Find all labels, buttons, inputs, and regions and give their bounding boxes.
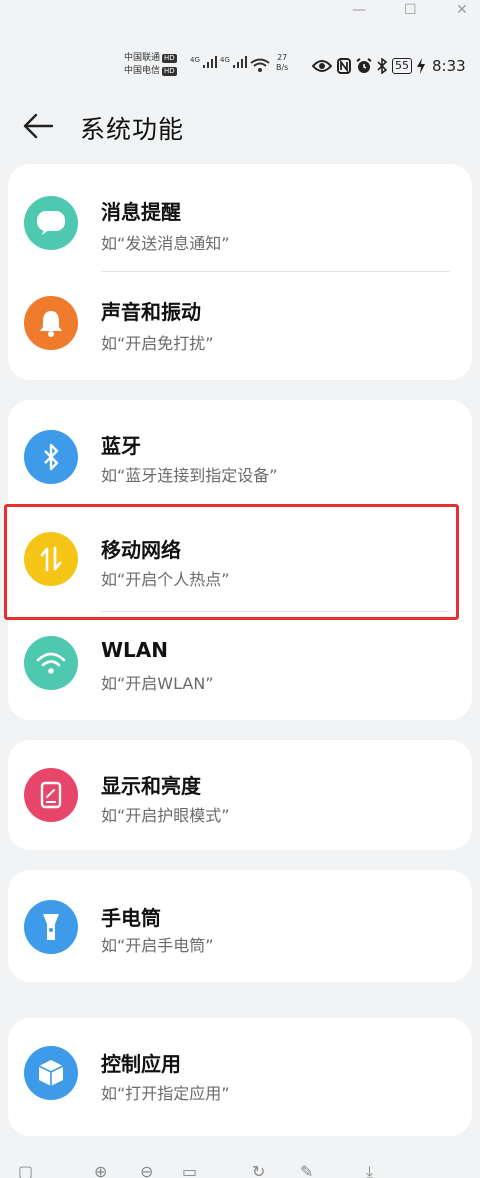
charging-icon (417, 58, 425, 74)
edit-icon[interactable]: ✎ (300, 1162, 313, 1178)
card-display: 显示和亮度 如“开启护眼模式” (8, 740, 472, 850)
carrier-2: 中国电信 (124, 66, 161, 76)
item-subtitle: 如“开启WLAN” (101, 674, 214, 693)
list-item-display[interactable]: 显示和亮度 如“开启护眼模式” (8, 740, 472, 850)
alarm-icon (356, 58, 372, 73)
list-item-flashlight[interactable]: 手电筒 如“开启手电筒” (8, 870, 472, 982)
signal-bars-icon (202, 56, 217, 68)
arrow-left-icon (23, 113, 54, 139)
bluetooth-icon (24, 430, 78, 484)
nfc-icon (337, 58, 351, 74)
minimize-icon[interactable]: — (352, 2, 366, 18)
restore-icon[interactable]: ☐ (404, 2, 417, 18)
zoom-out-icon[interactable]: ⊖ (140, 1162, 153, 1178)
back-button[interactable] (22, 112, 56, 140)
hd-badge-2: HD (162, 67, 177, 76)
card-connectivity: 蓝牙 如“蓝牙连接到指定设备” 移动网络 如“开启个人热点” WLAN 如“开启… (8, 400, 472, 720)
speed-unit: B/s (276, 63, 289, 72)
bottom-toolbar: ▢ ⊕ ⊖ ▭ ↻ ✎ ⤓ (0, 1160, 480, 1178)
item-subtitle: 如“开启护眼模式” (101, 806, 230, 825)
network-type-2: 4G (220, 56, 230, 64)
download-icon[interactable]: ⤓ (366, 1162, 373, 1178)
item-subtitle: 如“发送消息通知” (101, 234, 230, 253)
battery-icon: 55 (392, 58, 412, 74)
list-item-sound[interactable]: 声音和振动 如“开启免打扰” (8, 272, 472, 376)
bell-icon (24, 296, 78, 350)
list-item-mobile-network[interactable]: 移动网络 如“开启个人热点” (8, 508, 472, 612)
network-type-1: 4G (190, 56, 200, 64)
message-bubble-icon (24, 196, 78, 250)
item-subtitle: 如“开启手电筒” (101, 936, 214, 955)
list-item-control-apps[interactable]: 控制应用 如“打开指定应用” (8, 1018, 472, 1136)
item-title: 移动网络 (101, 538, 181, 562)
list-item-message[interactable]: 消息提醒 如“发送消息通知” (8, 164, 472, 272)
flashlight-icon (24, 900, 78, 954)
item-title: 手电筒 (101, 906, 161, 930)
card-control-apps: 控制应用 如“打开指定应用” (8, 1018, 472, 1136)
item-title: 蓝牙 (101, 434, 141, 458)
status-bar: 中国联通 HD 中国电信 HD 4G 4G 27 B/s 55 8:33 (0, 48, 480, 88)
card-flashlight: 手电筒 如“开启手电筒” (8, 870, 472, 982)
item-title: 控制应用 (101, 1052, 181, 1076)
list-item-wlan[interactable]: WLAN 如“开启WLAN” (8, 612, 472, 716)
card-notifications-sound: 消息提醒 如“发送消息通知” 声音和振动 如“开启免打扰” (8, 164, 472, 380)
wifi-status-icon (250, 58, 270, 72)
rotate-icon[interactable]: ↻ (252, 1162, 265, 1178)
wifi-icon (24, 636, 78, 690)
speed-value: 27 (277, 53, 288, 62)
signal-2: 4G (220, 56, 249, 68)
actual-size-icon[interactable]: ▭ (182, 1162, 197, 1178)
signal-1: 4G (190, 56, 219, 68)
page-header: 系统功能 (0, 102, 480, 150)
hd-badge-1: HD (162, 54, 177, 63)
display-icon (24, 768, 78, 822)
close-icon[interactable]: ✕ (456, 2, 468, 18)
crop-icon[interactable]: ▢ (18, 1162, 33, 1178)
signal-bars-icon (232, 56, 247, 68)
carrier-info: 中国联通 HD 中国电信 HD (124, 52, 177, 78)
cube-icon (24, 1046, 78, 1100)
window-controls: — ☐ ✕ (0, 0, 480, 22)
list-item-bluetooth[interactable]: 蓝牙 如“蓝牙连接到指定设备” (8, 400, 472, 504)
eye-icon (312, 60, 332, 72)
network-speed: 27 B/s (276, 53, 288, 73)
carrier-1: 中国联通 (124, 53, 161, 63)
zoom-in-icon[interactable]: ⊕ (94, 1162, 107, 1178)
item-subtitle: 如“打开指定应用” (101, 1084, 230, 1103)
item-subtitle: 如“开启个人热点” (101, 570, 230, 589)
item-subtitle: 如“蓝牙连接到指定设备” (101, 466, 278, 485)
item-title: 声音和振动 (101, 300, 201, 324)
page-title: 系统功能 (80, 115, 185, 144)
data-transfer-icon (24, 532, 78, 586)
item-title: 消息提醒 (101, 200, 181, 224)
item-title: WLAN (101, 638, 169, 662)
item-subtitle: 如“开启免打扰” (101, 334, 214, 353)
clock-time: 8:33 (432, 57, 466, 75)
status-icons: 55 8:33 (312, 56, 466, 76)
bluetooth-icon (377, 58, 387, 74)
item-title: 显示和亮度 (101, 774, 201, 798)
